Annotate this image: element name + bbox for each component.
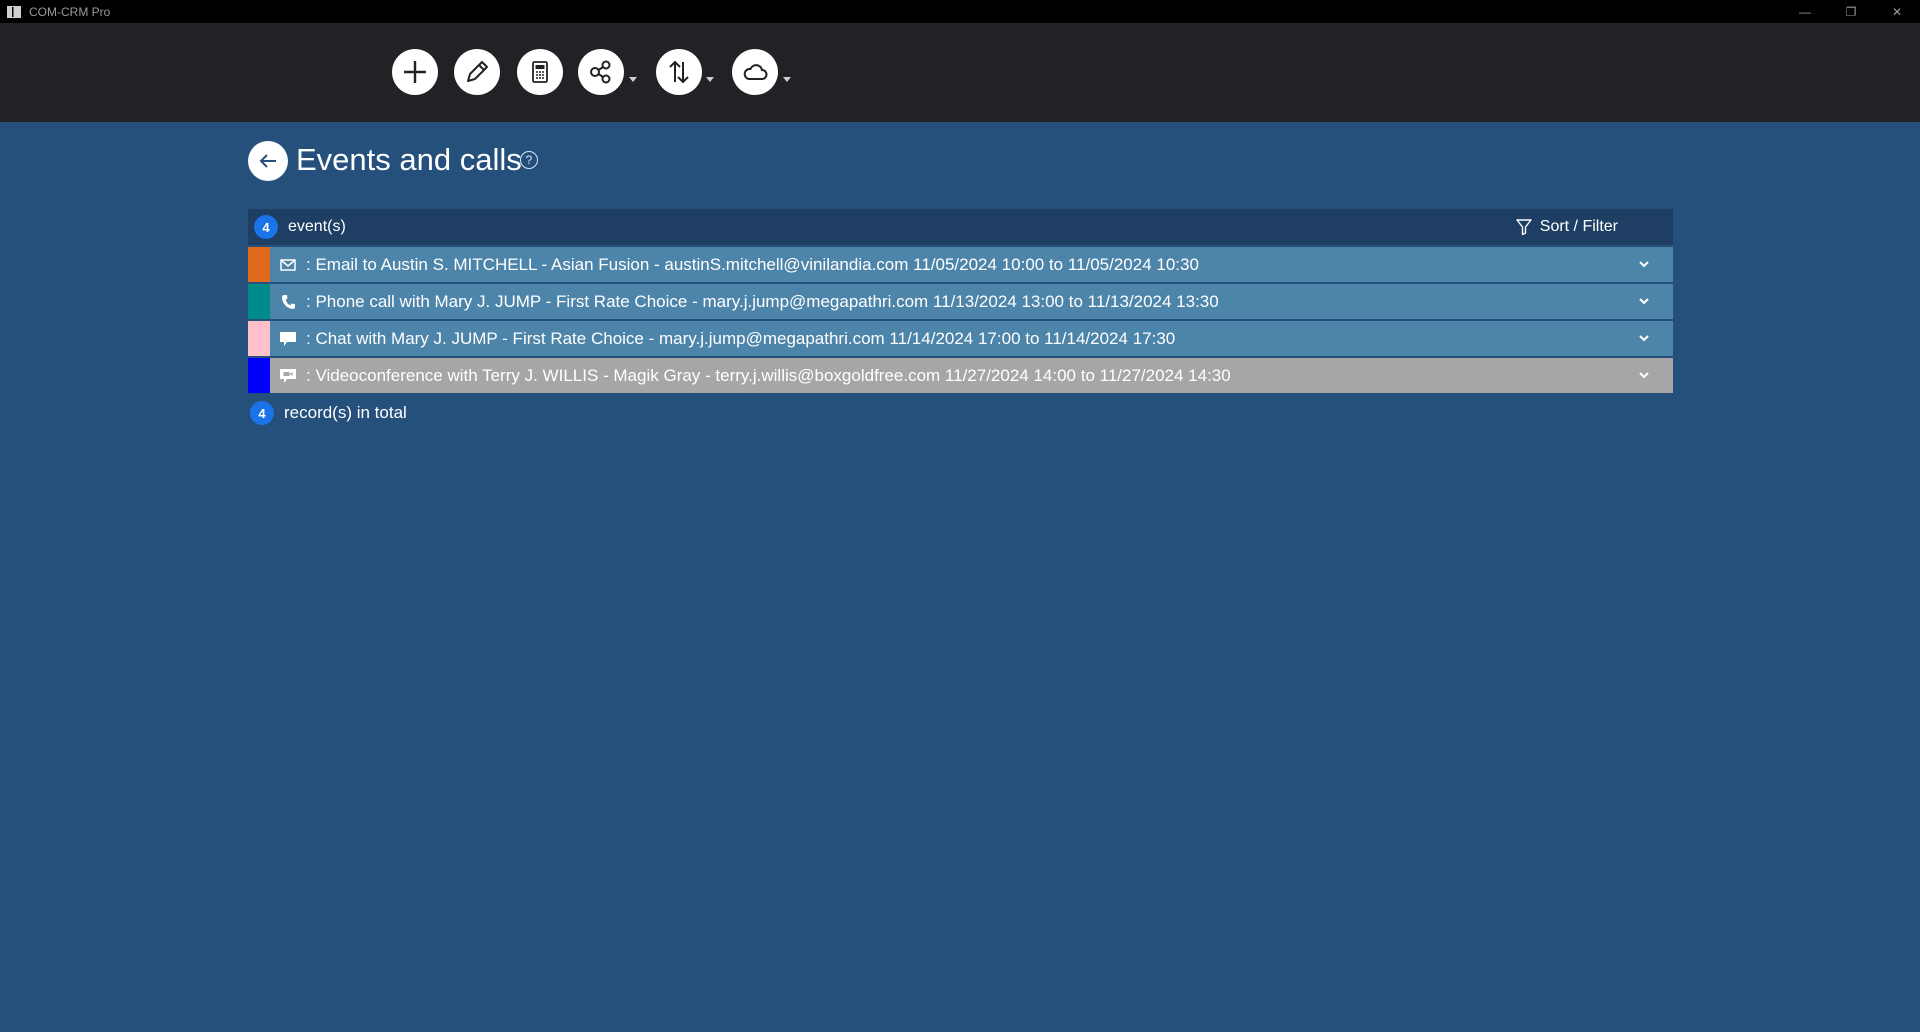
sort-arrows-icon [669,60,689,84]
records-count-badge: 4 [250,401,274,425]
toolbar [0,23,1920,122]
chevron-down-icon[interactable] [1637,331,1651,345]
event-type-color [248,247,270,282]
add-icon [404,61,426,83]
event-row[interactable]: : Phone call with Mary J. JUMP - First R… [248,284,1673,319]
window-title: COM-CRM Pro [29,4,111,19]
event-row-text: : Videoconference with Terry J. WILLIS -… [306,365,1231,385]
back-button[interactable] [248,141,288,181]
cloud-dropdown-caret[interactable] [783,77,791,82]
filter-icon [1516,219,1532,236]
pencil-icon [467,61,488,82]
videoconference-icon [278,366,298,386]
cloud-button[interactable] [732,49,778,95]
help-icon[interactable]: ? [520,151,538,169]
event-count-badge: 4 [254,215,278,239]
calculator-button[interactable] [517,49,563,95]
event-row[interactable]: : Email to Austin S. MITCHELL - Asian Fu… [248,247,1673,282]
close-button[interactable]: ✕ [1874,0,1920,23]
window-controls: — ❐ ✕ [1782,0,1920,23]
restore-button[interactable]: ❐ [1828,0,1874,23]
event-row[interactable]: : Chat with Mary J. JUMP - First Rate Ch… [248,321,1673,356]
sort-dropdown-caret[interactable] [706,77,714,82]
phone-icon [278,292,298,312]
events-list: 4 event(s) Sort / Filter : Email to Aust… [248,209,1673,427]
edit-button[interactable] [454,49,500,95]
event-type-color [248,321,270,356]
window-title-bar: COM-CRM Pro — ❐ ✕ [0,0,1920,23]
share-button[interactable] [578,49,624,95]
event-type-color [248,284,270,319]
share-dropdown-caret[interactable] [629,77,637,82]
event-row-text: : Email to Austin S. MITCHELL - Asian Fu… [306,254,1199,274]
cloud-icon [743,64,768,80]
arrow-left-icon [259,154,276,168]
event-count-label: event(s) [288,218,346,235]
sort-button[interactable] [656,49,702,95]
envelope-icon [278,255,298,275]
list-header: 4 event(s) Sort / Filter [248,209,1673,245]
minimize-button[interactable]: — [1782,0,1828,23]
share-icon [590,60,611,84]
sort-filter-button[interactable]: Sort / Filter [1515,209,1618,245]
event-row-text: : Chat with Mary J. JUMP - First Rate Ch… [306,328,1176,348]
chevron-down-icon[interactable] [1637,368,1651,382]
app-icon [7,5,21,18]
records-total-label: record(s) in total [284,403,407,422]
records-total: 4 record(s) in total [248,399,1673,427]
event-type-color [248,358,270,393]
add-button[interactable] [392,49,438,95]
calculator-icon [532,61,548,83]
chevron-down-icon[interactable] [1637,294,1651,308]
sort-filter-label: Sort / Filter [1539,218,1618,235]
event-row-text: : Phone call with Mary J. JUMP - First R… [306,291,1219,311]
chevron-down-icon[interactable] [1637,257,1651,271]
chat-icon [278,329,298,349]
event-row[interactable]: : Videoconference with Terry J. WILLIS -… [248,358,1673,393]
page-title: Events and calls [296,142,522,177]
